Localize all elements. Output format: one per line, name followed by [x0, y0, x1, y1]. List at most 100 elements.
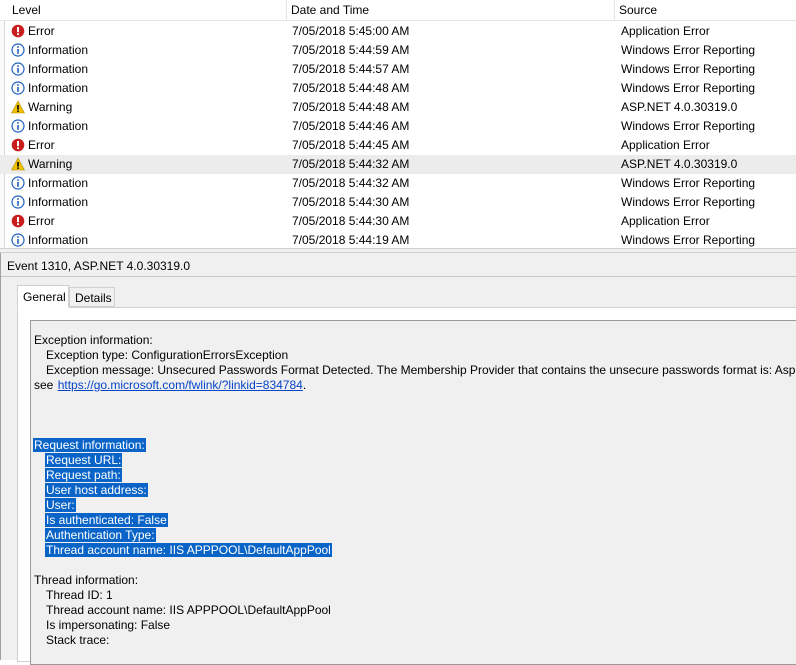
- description-line-text: Exception information:: [34, 333, 153, 347]
- column-header-date-time[interactable]: Date and Time: [287, 0, 615, 20]
- error-icon: [11, 138, 25, 152]
- source-cell: Windows Error Reporting: [621, 195, 756, 209]
- description-line: Is impersonating: False: [45, 618, 171, 633]
- level-label: Information: [28, 62, 89, 76]
- column-header-level[interactable]: Level: [8, 0, 287, 20]
- description-line: Thread ID: 1: [45, 588, 114, 603]
- error-icon: [11, 24, 25, 38]
- level-cell: Error: [11, 212, 55, 231]
- description-line-text: Stack trace:: [46, 633, 110, 647]
- table-row[interactable]: Information 7/05/2018 5:44:30 AM Windows E…: [0, 193, 796, 212]
- table-row[interactable]: Information 7/05/2018 5:44:19 AM Windows E…: [0, 231, 796, 248]
- info-icon: [11, 119, 25, 133]
- source-cell: ASP.NET 4.0.30319.0: [621, 157, 738, 171]
- info-icon: [11, 195, 25, 209]
- source-cell: Windows Error Reporting: [621, 62, 756, 76]
- description-line: Stack trace:: [45, 633, 110, 648]
- description-line-text: User:: [45, 498, 76, 512]
- table-row[interactable]: Information 7/05/2018 5:44:48 AM Windows E…: [0, 79, 796, 98]
- level-cell: Information: [11, 60, 88, 79]
- datetime-cell: 7/05/2018 5:44:48 AM: [292, 81, 410, 95]
- description-line-text: Exception type: ConfigurationErrorsExcep…: [46, 348, 289, 362]
- level-cell: Error: [11, 22, 55, 41]
- datetime-cell: 7/05/2018 5:44:19 AM: [292, 233, 410, 247]
- table-row[interactable]: Error 7/05/2018 5:44:30 AM Application Err…: [0, 212, 796, 231]
- info-icon: [11, 176, 25, 190]
- description-line: Request URL:: [45, 453, 123, 468]
- description-line: Exception information:: [33, 333, 154, 348]
- level-label: Error: [28, 214, 55, 228]
- datetime-cell: 7/05/2018 5:44:59 AM: [292, 43, 410, 57]
- description-line: Thread information:: [33, 573, 139, 588]
- level-label: Error: [28, 24, 55, 38]
- level-cell: Information: [11, 193, 88, 212]
- detail-divider: [1, 276, 796, 277]
- table-row[interactable]: Information 7/05/2018 5:44:46 AM Windows E…: [0, 117, 796, 136]
- datetime-cell: 7/05/2018 5:44:32 AM: [292, 176, 410, 190]
- table-row[interactable]: Information 7/05/2018 5:44:32 AM Windows E…: [0, 174, 796, 193]
- detail-title: Event 1310, ASP.NET 4.0.30319.0: [7, 259, 191, 273]
- description-line-text: Request information:: [33, 438, 146, 452]
- tab-details[interactable]: Details: [69, 287, 115, 307]
- level-cell: Information: [11, 79, 88, 98]
- level-label: Information: [28, 233, 89, 247]
- level-cell: Information: [11, 231, 88, 248]
- description-line: Request path:: [45, 468, 122, 483]
- level-cell: Warning: [11, 155, 72, 174]
- table-row[interactable]: Information 7/05/2018 5:44:59 AM Windows E…: [0, 41, 796, 60]
- level-cell: Error: [11, 136, 55, 155]
- info-icon: [11, 233, 25, 247]
- description-line-text: see: [34, 378, 57, 392]
- description-line-text: Is authenticated: False: [45, 513, 168, 527]
- source-cell: Application Error: [621, 214, 710, 228]
- description-line: Exception type: ConfigurationErrorsExcep…: [45, 348, 289, 363]
- level-label: Information: [28, 43, 89, 57]
- datetime-cell: 7/05/2018 5:45:00 AM: [292, 24, 410, 38]
- description-line: Is authenticated: False: [45, 513, 168, 528]
- tab-general[interactable]: General: [17, 285, 69, 308]
- description-line: Thread account name: IIS APPPOOL\Default…: [45, 603, 332, 618]
- table-row[interactable]: Information 7/05/2018 5:44:57 AM Windows E…: [0, 60, 796, 79]
- column-header-source[interactable]: Source: [615, 0, 796, 20]
- level-label: Information: [28, 119, 89, 133]
- description-line: User host address:: [45, 483, 148, 498]
- table-row[interactable]: Error 7/05/2018 5:44:45 AM Application Err…: [0, 136, 796, 155]
- table-row[interactable]: Error 7/05/2018 5:45:00 AM Application Err…: [0, 22, 796, 41]
- description-line-text: Thread ID: 1: [46, 588, 113, 602]
- description-line-text: Is impersonating: False: [46, 618, 171, 632]
- description-line-text: Thread account name: IIS APPPOOL\Default…: [46, 603, 331, 617]
- level-label: Error: [28, 138, 55, 152]
- level-label: Warning: [28, 157, 73, 171]
- level-label: Information: [28, 176, 89, 190]
- source-cell: Windows Error Reporting: [621, 119, 756, 133]
- level-cell: Warning: [11, 98, 72, 117]
- info-icon: [11, 43, 25, 57]
- level-label: Information: [28, 81, 89, 95]
- table-row[interactable]: Warning 7/05/2018 5:44:32 AM ASP.NET 4.0.3…: [0, 155, 796, 174]
- source-cell: Application Error: [621, 138, 710, 152]
- fwlink-link[interactable]: https://go.microsoft.com/fwlink/?linkid=…: [58, 378, 303, 392]
- event-list[interactable]: Level Date and Time Source Error 7/05/201…: [0, 0, 796, 248]
- datetime-cell: 7/05/2018 5:44:46 AM: [292, 119, 410, 133]
- description-line-text: Thread information:: [34, 573, 139, 587]
- event-description-text[interactable]: Exception information: Exception type: Co…: [30, 320, 796, 665]
- warning-icon: [11, 157, 25, 171]
- datetime-cell: 7/05/2018 5:44:48 AM: [292, 100, 410, 114]
- source-cell: Application Error: [621, 24, 710, 38]
- level-cell: Information: [11, 41, 88, 60]
- info-icon: [11, 81, 25, 95]
- table-row[interactable]: Warning 7/05/2018 5:44:48 AM ASP.NET 4.0.3…: [0, 98, 796, 117]
- description-line-text: Authentication Type:: [45, 528, 156, 542]
- datetime-cell: 7/05/2018 5:44:30 AM: [292, 195, 410, 209]
- description-line-text: Exception message: Unsecured Passwords F…: [46, 363, 796, 377]
- description-line: Authentication Type:: [45, 528, 156, 543]
- description-line-text: Request path:: [45, 468, 122, 482]
- datetime-cell: 7/05/2018 5:44:57 AM: [292, 62, 410, 76]
- description-line-text: Request URL:: [45, 453, 123, 467]
- description-line: Exception message: Unsecured Passwords F…: [45, 363, 796, 378]
- info-icon: [11, 62, 25, 76]
- warning-icon: [11, 100, 25, 114]
- description-line: Thread account name: IIS APPPOOL\Default…: [45, 543, 332, 558]
- level-label: Information: [28, 195, 89, 209]
- level-label: Warning: [28, 100, 73, 114]
